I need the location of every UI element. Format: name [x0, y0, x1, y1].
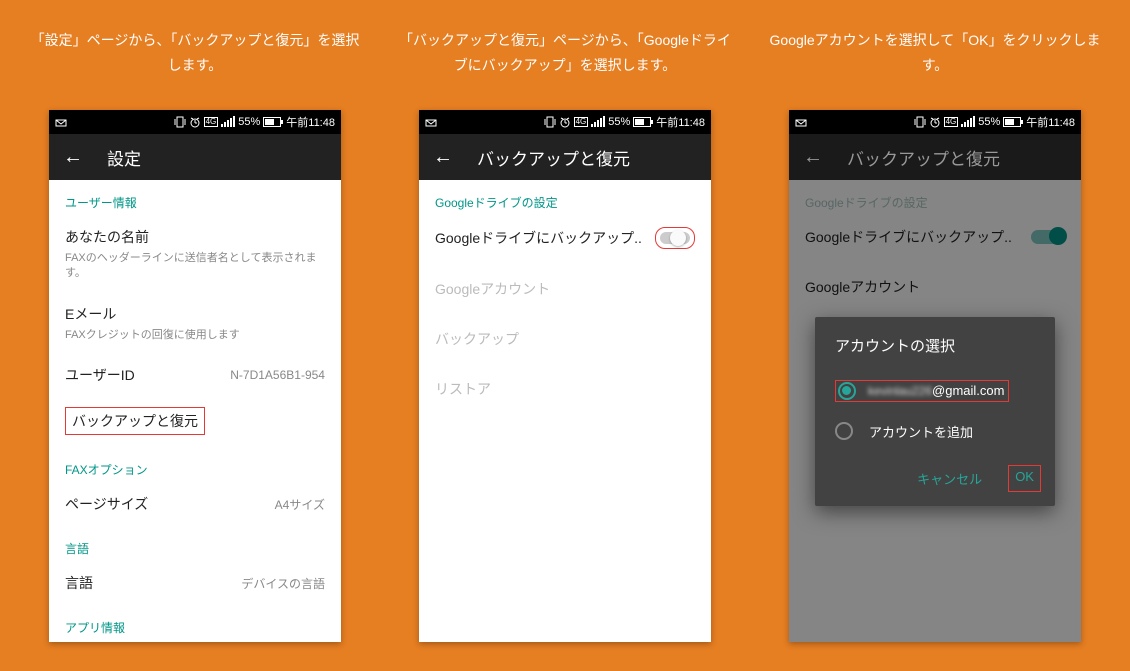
phone-1: 4G 55% 午前11:48 ← 設定 ユーザー情報 あなたの名前 FAXのヘッ… — [49, 110, 341, 642]
label: バックアップと復元 — [72, 413, 198, 429]
section-fax-options: FAXオプション — [49, 447, 341, 484]
vibrate-icon — [174, 116, 186, 128]
label: Eメール — [65, 304, 325, 324]
item-google-account: Googleアカウント — [419, 269, 711, 311]
battery-pct: 55% — [608, 116, 630, 128]
back-icon[interactable]: ← — [433, 147, 453, 167]
battery-icon — [263, 117, 281, 127]
network-4g-icon: 4G — [574, 117, 589, 127]
back-icon[interactable]: ← — [63, 147, 83, 167]
alarm-icon — [189, 116, 201, 128]
item-gdrive-backup-toggle[interactable]: Googleドライブにバックアップ.. — [419, 217, 711, 261]
section-language: 言語 — [49, 526, 341, 563]
cancel-button[interactable]: キャンセル — [909, 465, 990, 492]
item-user-id[interactable]: ユーザーID N-7D1A56B1-954 — [49, 355, 341, 397]
account-email-suffix: @gmail.com — [932, 383, 1004, 398]
network-4g-icon: 4G — [204, 117, 219, 127]
battery-pct: 55% — [238, 116, 260, 128]
alarm-icon — [929, 116, 941, 128]
sublabel: FAXのヘッダーラインに送信者名として表示されます。 — [65, 251, 325, 282]
item-your-name[interactable]: あなたの名前 FAXのヘッダーラインに送信者名として表示されます。 — [49, 217, 341, 294]
sublabel: FAXクレジットの回復に使用します — [65, 328, 325, 343]
battery-icon — [1003, 117, 1021, 127]
notification-icon — [795, 117, 807, 127]
caption-2: 「バックアップと復元」ページから、「Googleドライブにバックアップ」を選択し… — [382, 20, 748, 92]
network-4g-icon: 4G — [944, 117, 959, 127]
label: リストア — [435, 379, 695, 399]
app-bar: ← バックアップと復元 — [419, 134, 711, 180]
signal-icon — [961, 117, 975, 127]
caption-3: Googleアカウントを選択して「OK」をクリックします。 — [752, 20, 1118, 92]
settings-list[interactable]: ユーザー情報 あなたの名前 FAXのヘッダーラインに送信者名として表示されます。… — [49, 180, 341, 642]
section-user-info: ユーザー情報 — [49, 180, 341, 217]
backup-list-dimmed: Googleドライブの設定 Googleドライブにバックアップ.. Google… — [789, 180, 1081, 642]
value: A4サイズ — [275, 496, 325, 513]
highlight-backup-restore: バックアップと復元 — [65, 407, 205, 435]
page-title: 設定 — [107, 145, 141, 170]
status-time: 午前11:48 — [1026, 114, 1075, 130]
label: バックアップ — [435, 329, 695, 349]
item-language[interactable]: 言語 デバイスの言語 — [49, 563, 341, 605]
label: あなたの名前 — [65, 227, 325, 247]
status-bar: 4G 55% 午前11:48 — [419, 110, 711, 134]
status-bar: 4G 55% 午前11:48 — [789, 110, 1081, 134]
phone-2: 4G 55% 午前11:48 ← バックアップと復元 Googleドライブの設定… — [419, 110, 711, 642]
vibrate-icon — [914, 116, 926, 128]
add-account-label: アカウントを追加 — [869, 422, 973, 441]
modal-scrim[interactable]: アカウントの選択 kevinlau226@gmail.com アカウントを追加 — [789, 180, 1081, 642]
phone-3: 4G 55% 午前11:48 ← バックアップと復元 Googleドライブの設定… — [789, 110, 1081, 642]
label: Googleアカウント — [435, 279, 695, 299]
value: N-7D1A56B1-954 — [230, 368, 325, 382]
radio-off-icon — [835, 422, 853, 440]
battery-icon — [633, 117, 651, 127]
item-restore: リストア — [419, 369, 711, 411]
label: ページサイズ — [65, 494, 148, 514]
dialog-title: アカウントの選択 — [815, 335, 1055, 370]
notification-icon — [425, 117, 437, 127]
vibrate-icon — [544, 116, 556, 128]
account-select-dialog: アカウントの選択 kevinlau226@gmail.com アカウントを追加 — [815, 317, 1055, 506]
app-bar: ← バックアップと復元 — [789, 134, 1081, 180]
status-bar: 4G 55% 午前11:48 — [49, 110, 341, 134]
item-email[interactable]: Eメール FAXクレジットの回復に使用します — [49, 294, 341, 355]
label: 言語 — [65, 573, 93, 593]
toggle-gdrive-backup[interactable] — [655, 227, 695, 249]
account-email-blurred: kevinlau226 — [868, 384, 932, 398]
battery-pct: 55% — [978, 116, 1000, 128]
alarm-icon — [559, 116, 571, 128]
back-icon[interactable]: ← — [803, 147, 823, 167]
caption-1: 「設定」ページから、「バックアップと復元」を選択します。 — [12, 20, 378, 92]
highlight-account: kevinlau226@gmail.com — [835, 380, 1010, 402]
label: Googleドライブにバックアップ.. — [435, 228, 642, 248]
item-page-size[interactable]: ページサイズ A4サイズ — [49, 484, 341, 526]
notification-icon — [55, 117, 67, 127]
page-title: バックアップと復元 — [477, 145, 630, 170]
backup-list[interactable]: Googleドライブの設定 Googleドライブにバックアップ.. Google… — [419, 180, 711, 642]
item-backup-restore[interactable]: バックアップと復元 — [49, 397, 341, 447]
app-bar: ← 設定 — [49, 134, 341, 180]
page-title: バックアップと復元 — [847, 145, 1000, 170]
label: ユーザーID — [65, 365, 135, 385]
value: デバイスの言語 — [241, 575, 325, 592]
signal-icon — [591, 117, 605, 127]
signal-icon — [221, 117, 235, 127]
dialog-actions: キャンセル OK — [815, 451, 1055, 498]
radio-on-icon — [838, 382, 856, 400]
section-google-drive: Googleドライブの設定 — [419, 180, 711, 217]
account-option-selected[interactable]: kevinlau226@gmail.com — [815, 370, 1055, 412]
ok-button[interactable]: OK — [1008, 465, 1041, 492]
section-app-info: アプリ情報 — [49, 605, 341, 642]
status-time: 午前11:48 — [656, 114, 705, 130]
account-option-add[interactable]: アカウントを追加 — [815, 412, 1055, 451]
item-backup: バックアップ — [419, 319, 711, 361]
status-time: 午前11:48 — [286, 114, 335, 130]
